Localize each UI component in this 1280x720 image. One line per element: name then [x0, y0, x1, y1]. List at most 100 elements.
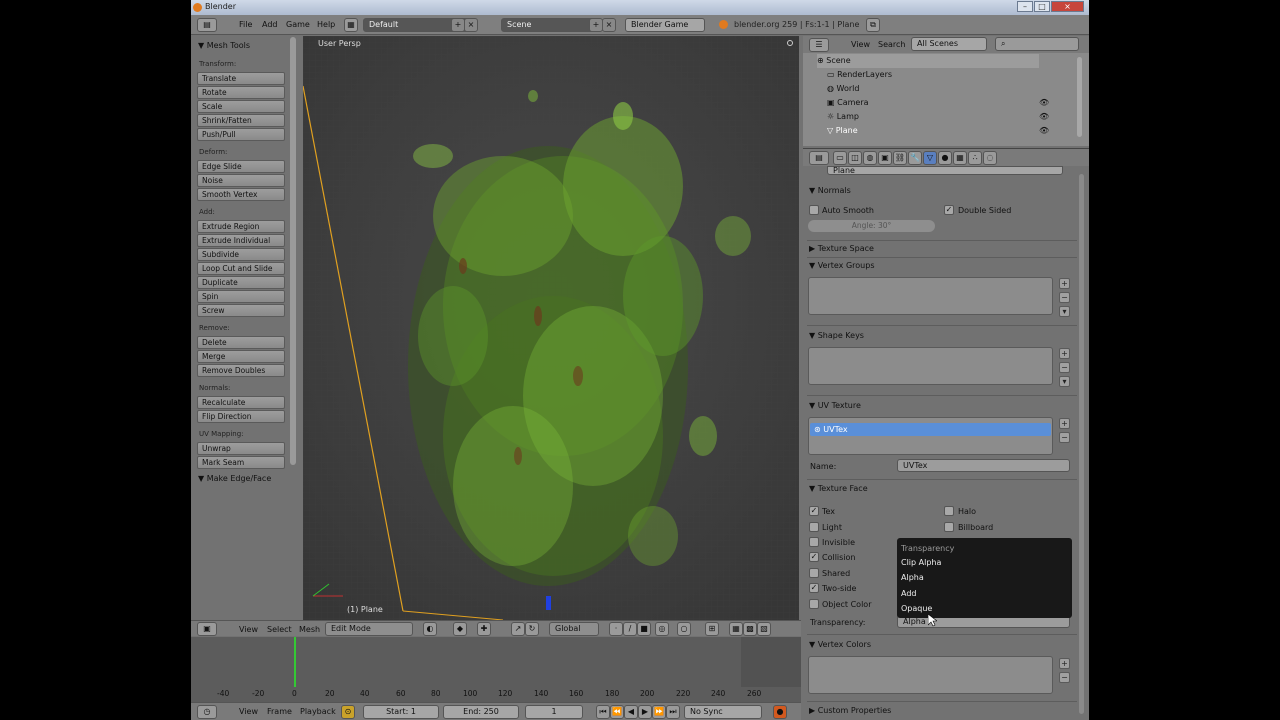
- menu-file[interactable]: File: [239, 20, 252, 29]
- scene-field[interactable]: Scene: [501, 18, 601, 32]
- tree-item-camera[interactable]: ▣ Camera: [827, 96, 1057, 110]
- jump-end-icon[interactable]: ⏭: [666, 705, 680, 719]
- vertex-groups-list[interactable]: [808, 277, 1053, 315]
- maximize-button[interactable]: □: [1034, 1, 1050, 12]
- flip-direction-button[interactable]: Flip Direction: [197, 410, 285, 423]
- end-frame-field[interactable]: End: 250: [443, 705, 519, 719]
- shape-keys-list[interactable]: [808, 347, 1053, 385]
- mode-dropdown[interactable]: Edit Mode: [325, 622, 413, 636]
- merge-button[interactable]: Merge: [197, 350, 285, 363]
- texture-space-panel-header[interactable]: ▶ Texture Space: [809, 244, 874, 253]
- outliner-scrollbar[interactable]: [1077, 57, 1082, 137]
- region-toggle-icon[interactable]: [787, 40, 793, 46]
- shading-icon[interactable]: ◐: [423, 622, 437, 636]
- remove-screen-icon[interactable]: ×: [464, 18, 478, 32]
- jump-start-icon[interactable]: ⏮: [596, 705, 610, 719]
- menu-view[interactable]: View: [851, 40, 870, 49]
- make-edge-face-header[interactable]: ▼ Make Edge/Face: [198, 474, 271, 483]
- tree-item-renderlayers[interactable]: ▭ RenderLayers: [827, 68, 1057, 82]
- start-frame-field[interactable]: Start: 1: [363, 705, 439, 719]
- data-tab-icon[interactable]: ▽: [923, 151, 937, 165]
- play-icon[interactable]: ▶: [638, 705, 652, 719]
- add-vertex-color-button[interactable]: +: [1059, 658, 1070, 669]
- current-frame-marker[interactable]: [294, 637, 296, 687]
- translate-button[interactable]: Translate: [197, 72, 285, 85]
- menu-item-clip-alpha[interactable]: Clip Alpha: [901, 558, 941, 567]
- menu-help[interactable]: Help: [317, 20, 335, 29]
- loop-cut-button[interactable]: Loop Cut and Slide: [197, 262, 285, 275]
- billboard-checkbox[interactable]: [944, 522, 954, 532]
- remove-uv-texture-button[interactable]: −: [1059, 432, 1070, 443]
- modifiers-tab-icon[interactable]: 🔧: [908, 151, 922, 165]
- constraints-tab-icon[interactable]: ⛓: [893, 151, 907, 165]
- mesh-tools-header[interactable]: ▼ Mesh Tools: [198, 41, 250, 50]
- uv-name-input[interactable]: UVTex: [897, 459, 1070, 472]
- snap-icon[interactable]: ⊞: [705, 622, 719, 636]
- material-tab-icon[interactable]: ●: [938, 151, 952, 165]
- orientation-dropdown[interactable]: Global: [549, 622, 599, 636]
- texture-face-panel-header[interactable]: ▼ Texture Face: [809, 484, 868, 493]
- prev-key-icon[interactable]: ⏪: [610, 705, 624, 719]
- keying-icon[interactable]: ⊙: [341, 705, 355, 719]
- angle-slider[interactable]: Angle: 30°: [808, 220, 935, 232]
- subdivide-button[interactable]: Subdivide: [197, 248, 285, 261]
- outliner-search-input[interactable]: ⌕: [995, 37, 1079, 51]
- visibility-eye-icon[interactable]: 👁: [1039, 112, 1049, 121]
- record-icon[interactable]: ●: [773, 705, 787, 719]
- menu-search[interactable]: Search: [878, 40, 905, 49]
- two-side-checkbox[interactable]: ✓: [809, 583, 819, 593]
- menu-mesh[interactable]: Mesh: [299, 625, 320, 634]
- add-vertex-group-button[interactable]: +: [1059, 278, 1070, 289]
- add-shape-key-button[interactable]: +: [1059, 348, 1070, 359]
- object-color-checkbox[interactable]: [809, 599, 819, 609]
- face-select-icon[interactable]: ■: [637, 622, 651, 636]
- menu-view[interactable]: View: [239, 625, 258, 634]
- tool-shelf-scrollbar[interactable]: [290, 37, 296, 465]
- scale-button[interactable]: Scale: [197, 100, 285, 113]
- vertex-groups-panel-header[interactable]: ▼ Vertex Groups: [809, 261, 874, 270]
- duplicate-button[interactable]: Duplicate: [197, 276, 285, 289]
- translate-manip-icon[interactable]: ↗: [511, 622, 525, 636]
- timeline[interactable]: -40 -20 0 20 40 60 80 100 120 140 160 18…: [191, 637, 801, 702]
- editor-type-icon[interactable]: ▣: [197, 622, 217, 636]
- manipulator-icon[interactable]: ✚: [477, 622, 491, 636]
- custom-properties-panel-header[interactable]: ▶ Custom Properties: [809, 706, 891, 715]
- menu-item-add[interactable]: Add: [901, 589, 917, 598]
- occlude-icon[interactable]: ◎: [655, 622, 669, 636]
- halo-checkbox[interactable]: [944, 506, 954, 516]
- physics-tab-icon[interactable]: ◌: [983, 151, 997, 165]
- world-tab-icon[interactable]: ◍: [863, 151, 877, 165]
- invisible-checkbox[interactable]: [809, 537, 819, 547]
- delete-button[interactable]: Delete: [197, 336, 285, 349]
- menu-item-opaque[interactable]: Opaque: [901, 604, 932, 613]
- reverse-play-icon[interactable]: ◀: [624, 705, 638, 719]
- add-screen-icon[interactable]: +: [451, 18, 465, 32]
- add-uv-texture-button[interactable]: +: [1059, 418, 1070, 429]
- collision-checkbox[interactable]: ✓: [809, 552, 819, 562]
- shape-key-menu-button[interactable]: ▾: [1059, 376, 1070, 387]
- remove-shape-key-button[interactable]: −: [1059, 362, 1070, 373]
- extrude-individual-button[interactable]: Extrude Individual: [197, 234, 285, 247]
- unwrap-button[interactable]: Unwrap: [197, 442, 285, 455]
- 3d-viewport[interactable]: User Persp (1) Plane: [303, 36, 799, 620]
- render-icon[interactable]: ▩: [743, 622, 757, 636]
- fullscreen-icon[interactable]: ⧉: [866, 18, 880, 32]
- remove-scene-icon[interactable]: ×: [602, 18, 616, 32]
- tree-item-lamp[interactable]: ☼ Lamp: [827, 110, 1057, 124]
- layer-icon[interactable]: ▦: [729, 622, 743, 636]
- recalculate-button[interactable]: Recalculate: [197, 396, 285, 409]
- editor-type-icon[interactable]: ☰: [809, 38, 829, 52]
- object-tab-icon[interactable]: ▣: [878, 151, 892, 165]
- properties-scrollbar[interactable]: [1079, 174, 1084, 714]
- menu-select[interactable]: Select: [267, 625, 292, 634]
- smooth-vertex-button[interactable]: Smooth Vertex: [197, 188, 285, 201]
- rotate-manip-icon[interactable]: ↻: [525, 622, 539, 636]
- editor-type-icon[interactable]: ◷: [197, 705, 217, 719]
- render-tab-icon[interactable]: ▭: [833, 151, 847, 165]
- outliner[interactable]: ⊕ Scene ▭ RenderLayers ◍ World ▣ Camera …: [803, 53, 1089, 146]
- edge-select-icon[interactable]: /: [623, 622, 637, 636]
- tex-checkbox[interactable]: ✓: [809, 506, 819, 516]
- tree-item-world[interactable]: ◍ World: [827, 82, 1057, 96]
- remove-vertex-color-button[interactable]: −: [1059, 672, 1070, 683]
- noise-button[interactable]: Noise: [197, 174, 285, 187]
